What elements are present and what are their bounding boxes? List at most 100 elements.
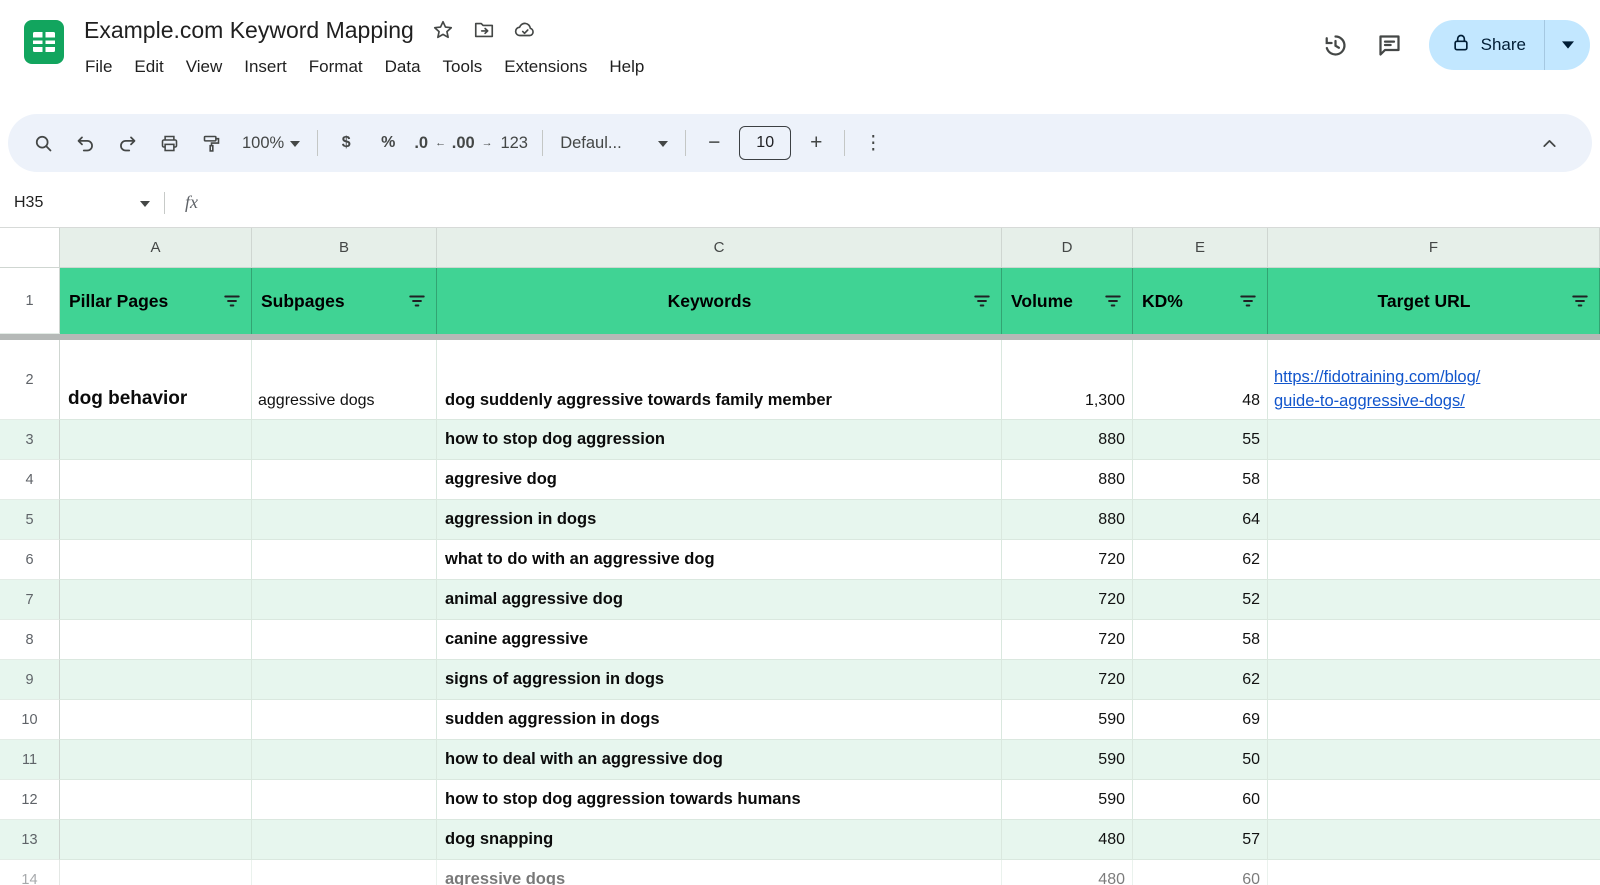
row-number[interactable]: 9 [0,660,60,700]
cell-volume[interactable]: 720 [1002,540,1133,580]
cell-pillar[interactable] [60,700,252,740]
row-number[interactable]: 12 [0,780,60,820]
row-number[interactable]: 1 [0,268,60,334]
cell-volume[interactable]: 480 [1002,860,1133,885]
cell-kd[interactable]: 55 [1133,420,1268,460]
row-number[interactable]: 13 [0,820,60,860]
name-box[interactable]: H35 [14,194,164,212]
cell-kd[interactable]: 50 [1133,740,1268,780]
header-cell-kd[interactable]: KD% [1133,268,1268,334]
cell-pillar[interactable] [60,460,252,500]
cell-pillar[interactable] [60,540,252,580]
row-number[interactable]: 2 [0,340,60,420]
row-number[interactable]: 11 [0,740,60,780]
cell-kd[interactable]: 69 [1133,700,1268,740]
column-header-b[interactable]: B [252,228,437,268]
cell-subpage[interactable] [252,820,437,860]
row-number[interactable]: 14 [0,860,60,885]
increase-decimal-button[interactable]: .00→ [451,123,493,163]
row-number[interactable]: 4 [0,460,60,500]
cell-keyword[interactable]: canine aggressive [437,620,1002,660]
cell-keyword[interactable]: sudden aggression in dogs [437,700,1002,740]
redo-button[interactable] [106,123,148,163]
cell-volume[interactable]: 880 [1002,460,1133,500]
row-number[interactable]: 5 [0,500,60,540]
undo-button[interactable] [64,123,106,163]
cell-keyword[interactable]: how to stop dog aggression [437,420,1002,460]
cell-subpage[interactable] [252,540,437,580]
cell-pillar[interactable] [60,820,252,860]
cell-subpage[interactable] [252,780,437,820]
cell-kd[interactable]: 60 [1133,860,1268,885]
column-header-a[interactable]: A [60,228,252,268]
column-header-d[interactable]: D [1002,228,1133,268]
cell-subpage[interactable] [252,420,437,460]
cell-pillar[interactable]: dog behavior [60,340,252,420]
menu-insert[interactable]: Insert [233,52,298,82]
filter-icon[interactable] [1571,292,1590,311]
cell-pillar[interactable] [60,500,252,540]
column-header-e[interactable]: E [1133,228,1268,268]
cell-keyword[interactable]: aggresive dog [437,460,1002,500]
cell-keyword[interactable]: animal aggressive dog [437,580,1002,620]
filter-icon[interactable] [1239,292,1258,311]
cell-pillar[interactable] [60,780,252,820]
select-all-corner[interactable] [0,228,60,268]
version-history-icon[interactable] [1321,30,1351,60]
menu-edit[interactable]: Edit [123,52,174,82]
header-cell-volume[interactable]: Volume [1002,268,1133,334]
menu-help[interactable]: Help [598,52,655,82]
cell-keyword[interactable]: dog snapping [437,820,1002,860]
cell-volume[interactable]: 590 [1002,740,1133,780]
cell-keyword[interactable]: how to stop dog aggression towards human… [437,780,1002,820]
cell-subpage[interactable] [252,620,437,660]
column-header-c[interactable]: C [437,228,1002,268]
share-button[interactable]: Share [1429,20,1590,70]
sheets-logo-icon[interactable] [20,18,68,66]
header-cell-target-url[interactable]: Target URL [1268,268,1600,334]
menu-extensions[interactable]: Extensions [493,52,598,82]
cell-kd[interactable]: 57 [1133,820,1268,860]
row-number[interactable]: 7 [0,580,60,620]
collapse-toolbar-button[interactable] [1528,123,1570,163]
cell-pillar[interactable] [60,660,252,700]
cell-keyword[interactable]: how to deal with an aggressive dog [437,740,1002,780]
cell-kd[interactable]: 58 [1133,460,1268,500]
cell-subpage[interactable] [252,700,437,740]
cell-volume[interactable]: 880 [1002,420,1133,460]
star-icon[interactable] [431,18,455,42]
move-folder-icon[interactable] [472,18,496,42]
row-number[interactable]: 6 [0,540,60,580]
cell-pillar[interactable] [60,860,252,885]
column-header-f[interactable]: F [1268,228,1600,268]
number-format-button[interactable]: 123 [493,123,535,163]
filter-icon[interactable] [223,292,242,311]
cell-volume[interactable]: 480 [1002,820,1133,860]
cell-subpage[interactable]: aggressive dogs [252,340,437,420]
cell-keyword[interactable]: what to do with an aggressive dog [437,540,1002,580]
print-button[interactable] [148,123,190,163]
menu-view[interactable]: View [175,52,234,82]
font-size-input[interactable]: 10 [739,126,791,160]
cell-kd[interactable]: 52 [1133,580,1268,620]
cell-keyword[interactable]: agressive dogs [437,860,1002,885]
cell-volume[interactable]: 880 [1002,500,1133,540]
row-number[interactable]: 10 [0,700,60,740]
filter-icon[interactable] [408,292,427,311]
cell-subpage[interactable] [252,860,437,885]
menu-format[interactable]: Format [298,52,374,82]
comments-icon[interactable] [1375,30,1405,60]
cell-pillar[interactable] [60,580,252,620]
cell-kd[interactable]: 58 [1133,620,1268,660]
search-menus-button[interactable] [22,123,64,163]
cell-pillar[interactable] [60,420,252,460]
cell-kd[interactable]: 64 [1133,500,1268,540]
format-currency-button[interactable]: $ [325,123,367,163]
cell-subpage[interactable] [252,580,437,620]
decrease-font-size-button[interactable]: − [693,123,735,163]
font-family-select[interactable]: Defaul... [550,123,678,163]
format-percent-button[interactable]: % [367,123,409,163]
cell-volume[interactable]: 720 [1002,580,1133,620]
header-cell-subpages[interactable]: Subpages [252,268,437,334]
more-options-button[interactable]: ⋮ [852,123,894,163]
